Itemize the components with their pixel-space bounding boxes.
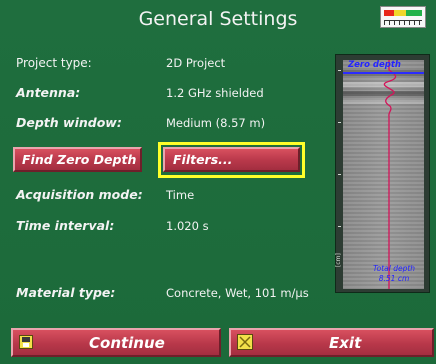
acquisition-mode-label: Acquisition mode: [16,187,143,202]
depth-window-value[interactable]: Medium (8.57 m) [166,116,265,130]
project-type-value[interactable]: 2D Project [166,56,225,70]
unit-label: [cm] [335,253,342,267]
continue-label: Continue [89,334,165,352]
general-settings-screen: General Settings Project type: 2D Projec… [0,0,436,364]
save-icon [19,335,33,349]
material-type-value[interactable]: Concrete, Wet, 101 m/µs [166,286,309,300]
zero-depth-label: Zero depth [348,60,401,70]
depth-preview-panel: Zero depth Total depth 8.51 cm [cm] [335,54,430,293]
battery-bar-green [406,10,422,16]
radargram-scan [343,60,424,289]
material-type-label: Material type: [16,285,116,300]
filters-button[interactable]: Filters... [163,147,300,172]
zero-depth-line[interactable] [343,72,424,74]
project-type-label: Project type: [16,56,92,70]
total-depth-label: Total depth 8.51 cm [364,264,424,284]
close-box-icon [237,334,253,350]
depth-window-label: Depth window: [16,115,122,130]
trace-waveform [383,60,397,289]
axis-tick [338,174,341,175]
antenna-value[interactable]: 1.2 GHz shielded [166,86,264,100]
find-zero-depth-button[interactable]: Find Zero Depth [13,147,142,172]
axis-tick [338,70,341,71]
exit-button[interactable]: Exit [229,328,434,357]
battery-bar-red [384,10,394,16]
page-title: General Settings [138,8,298,30]
total-depth-value: 8.51 cm [378,274,410,283]
total-depth-title: Total depth [372,264,416,273]
axis-tick [338,226,341,227]
axis-tick [338,122,341,123]
battery-level-icon [380,6,426,28]
exit-label: Exit [329,334,362,352]
antenna-label: Antenna: [16,85,81,100]
battery-bar-yellow [394,10,406,16]
battery-scale [384,20,422,25]
acquisition-mode-value[interactable]: Time [166,188,194,202]
time-interval-value[interactable]: 1.020 s [166,219,209,233]
continue-button[interactable]: Continue [11,328,221,357]
time-interval-label: Time interval: [16,218,115,233]
